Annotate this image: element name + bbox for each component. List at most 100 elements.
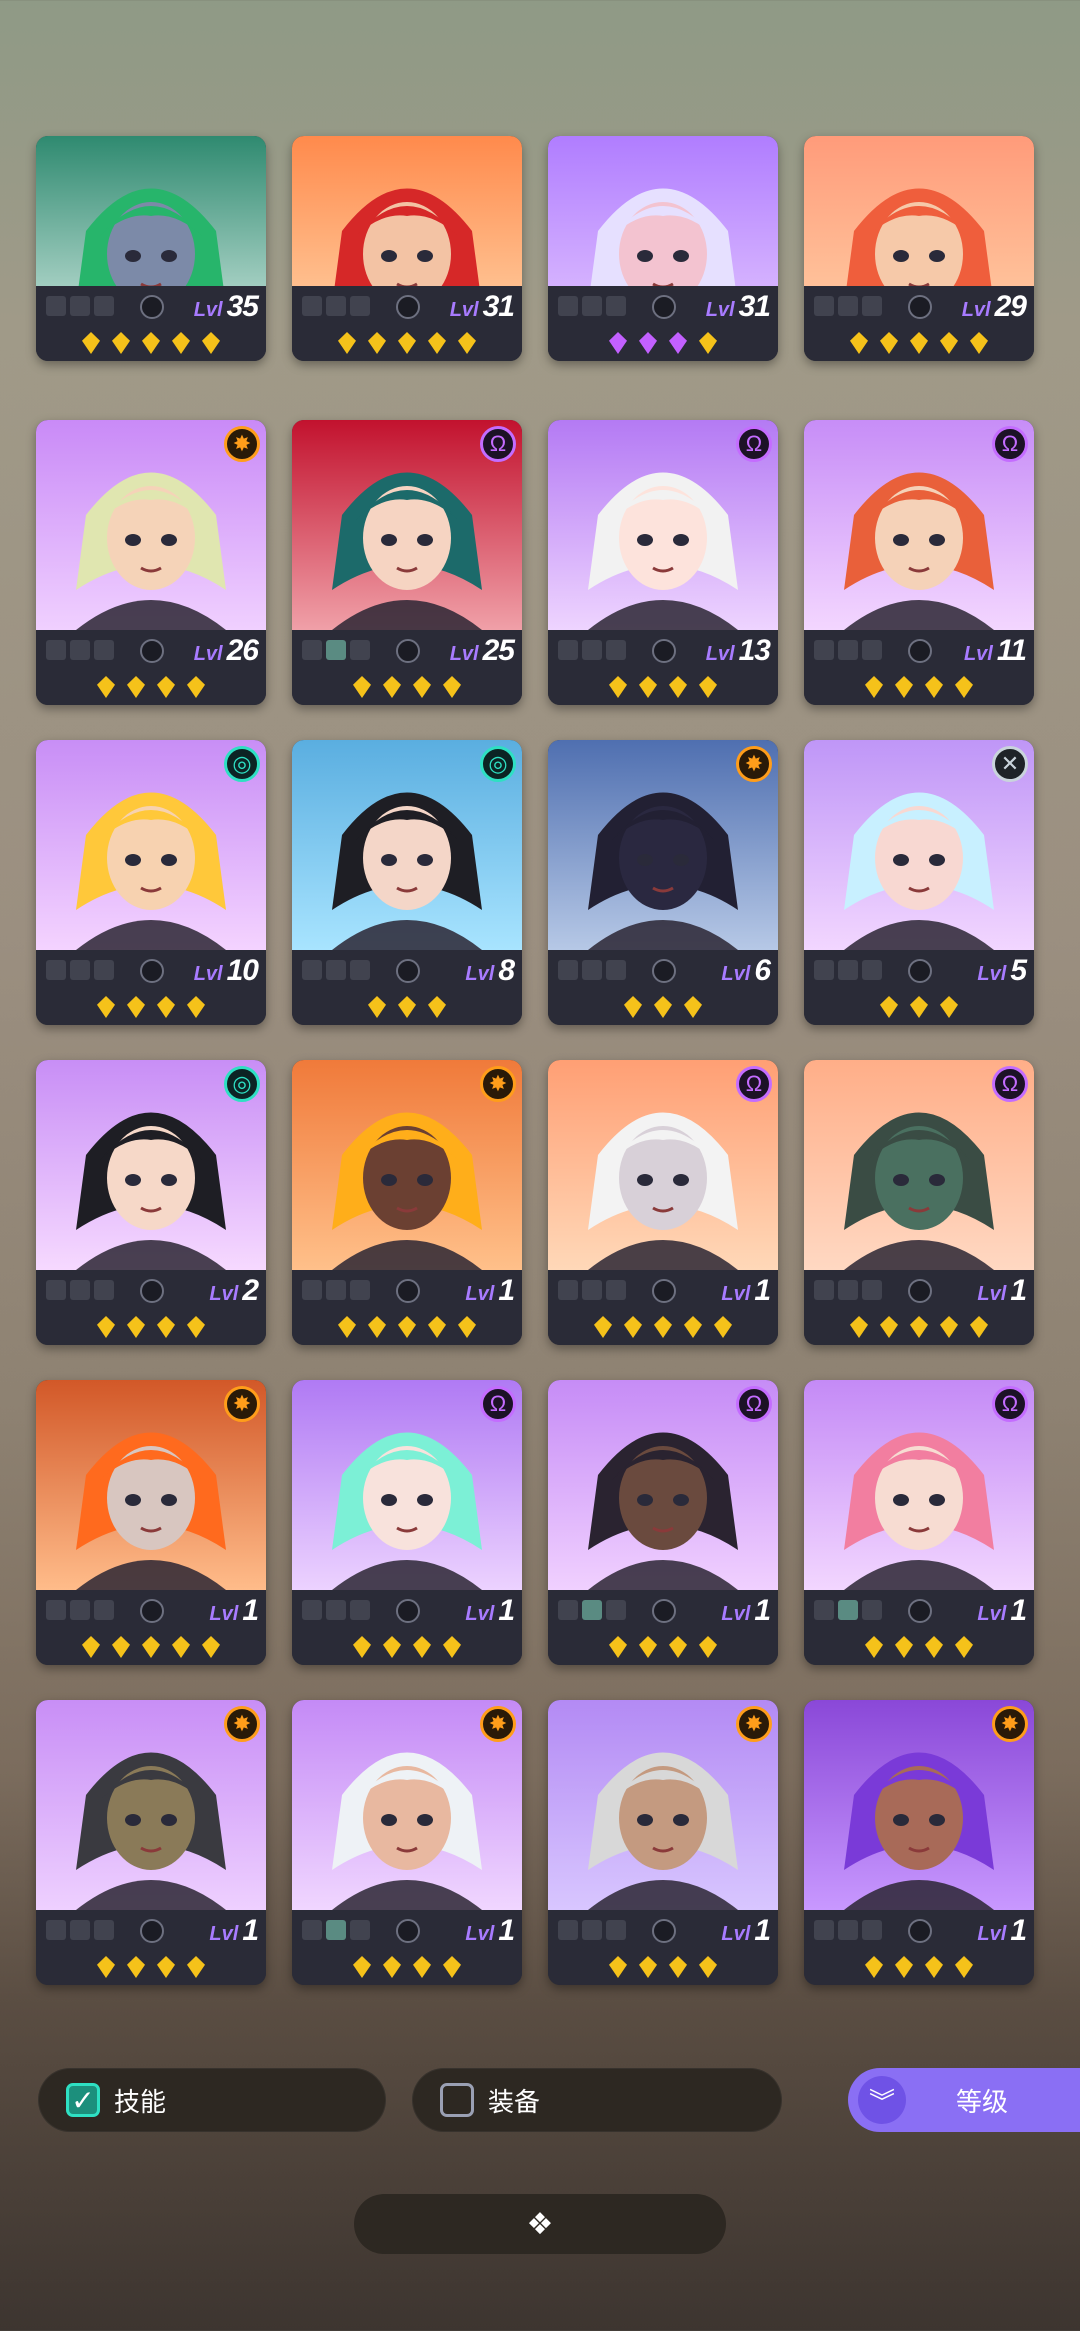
star-rating (804, 996, 1034, 1018)
hero-info-panel: Lvl 1 (804, 1910, 1034, 1985)
star-icon (187, 676, 205, 698)
skill-progress-icon (652, 1279, 676, 1303)
faction-icon: ◎ (224, 1066, 260, 1102)
gear-slot (582, 296, 602, 316)
gear-slot (606, 1280, 626, 1300)
hero-card[interactable]: ✸ Lvl 1 (36, 1380, 266, 1665)
gear-slot (814, 296, 834, 316)
gear-slot (814, 960, 834, 980)
hero-card[interactable]: Ω Lvl 25 (292, 420, 522, 705)
gear-slot (838, 296, 858, 316)
hero-level: Lvl 25 (449, 634, 515, 668)
gear-slot (862, 960, 882, 980)
star-icon (428, 1316, 446, 1338)
gear-slot (46, 296, 66, 316)
star-icon (865, 1956, 883, 1978)
hero-level: Lvl 1 (721, 1274, 771, 1308)
hero-card[interactable]: Lvl 29 (804, 136, 1034, 361)
hero-card[interactable]: Ω Lvl 1 (292, 1380, 522, 1665)
star-icon (910, 332, 928, 354)
skill-progress-icon (396, 1599, 420, 1623)
star-icon (910, 996, 928, 1018)
gear-slot (94, 1600, 114, 1620)
hero-card[interactable]: ◎ Lvl 2 (36, 1060, 266, 1345)
hero-card[interactable]: Ω Lvl 11 (804, 420, 1034, 705)
hero-card[interactable]: ✸ Lvl 1 (548, 1700, 778, 1985)
equip-filter-toggle[interactable]: 装备 (412, 2068, 782, 2132)
star-icon (609, 332, 627, 354)
hero-card[interactable]: ✸ Lvl 1 (292, 1700, 522, 1985)
star-icon (187, 996, 205, 1018)
star-rating (292, 676, 522, 698)
hero-card[interactable]: Lvl 31 (292, 136, 522, 361)
star-icon (925, 676, 943, 698)
hero-card[interactable]: ◎ Lvl 8 (292, 740, 522, 1025)
gear-slot (350, 640, 370, 660)
hero-card[interactable]: Ω Lvl 1 (548, 1060, 778, 1345)
gear-slot (558, 640, 578, 660)
skill-checkbox[interactable]: ✓ (66, 2083, 100, 2117)
hero-level: Lvl 10 (194, 954, 259, 988)
star-icon (127, 1956, 145, 1978)
gear-slots (558, 296, 626, 316)
star-icon (353, 676, 371, 698)
hero-card[interactable]: Ω Lvl 13 (548, 420, 778, 705)
star-icon (865, 1636, 883, 1658)
star-rating (804, 332, 1034, 354)
level-prefix: Lvl (721, 1603, 751, 1625)
hero-info-panel: Lvl 11 (804, 630, 1034, 705)
gear-slot (350, 1920, 370, 1940)
star-icon (383, 1956, 401, 1978)
level-prefix: Lvl (193, 643, 223, 665)
hero-card[interactable]: Ω Lvl 1 (804, 1380, 1034, 1665)
star-icon (639, 676, 657, 698)
gear-slot (326, 296, 346, 316)
hero-card[interactable]: ✸ Lvl 1 (36, 1700, 266, 1985)
star-icon (910, 1316, 928, 1338)
hero-info-panel: Lvl 1 (548, 1590, 778, 1665)
equip-checkbox[interactable] (440, 2083, 474, 2117)
gear-slot (302, 1280, 322, 1300)
hero-card[interactable]: Lvl 35 (36, 136, 266, 361)
hero-card[interactable]: ✸ Lvl 26 (36, 420, 266, 705)
star-icon (187, 1956, 205, 1978)
hero-card[interactable]: ✕ Lvl 5 (804, 740, 1034, 1025)
hero-level: Lvl 1 (465, 1274, 515, 1308)
star-icon (443, 1956, 461, 1978)
gear-slot (70, 296, 90, 316)
hero-card[interactable]: Ω Lvl 1 (548, 1380, 778, 1665)
hero-card[interactable]: Lvl 31 (548, 136, 778, 361)
star-icon (368, 332, 386, 354)
faction-icon: Ω (992, 426, 1028, 462)
faction-icon: ◎ (480, 746, 516, 782)
gear-slot (70, 640, 90, 660)
level-prefix: Lvl (449, 643, 479, 665)
expand-handle[interactable]: ❖ (354, 2194, 726, 2254)
faction-icon: Ω (992, 1386, 1028, 1422)
star-icon (669, 676, 687, 698)
gear-slot (814, 1600, 834, 1620)
hero-card[interactable]: ✸ Lvl 1 (804, 1700, 1034, 1985)
gear-slots (558, 1600, 626, 1620)
level-number: 1 (242, 1594, 259, 1627)
hero-info-panel: Lvl 35 (36, 286, 266, 361)
star-icon (970, 1316, 988, 1338)
hero-card[interactable]: Ω Lvl 1 (804, 1060, 1034, 1345)
gear-slot (70, 960, 90, 980)
skill-progress-icon (908, 639, 932, 663)
star-icon (458, 1316, 476, 1338)
star-icon (458, 332, 476, 354)
hero-card[interactable]: ✸ Lvl 6 (548, 740, 778, 1025)
hero-info-panel: Lvl 8 (292, 950, 522, 1025)
gear-slot (582, 640, 602, 660)
hero-info-panel: Lvl 1 (804, 1270, 1034, 1345)
star-rating (36, 332, 266, 354)
gear-slots (814, 1600, 882, 1620)
sort-by-level-button[interactable]: ︾ 等级 (848, 2068, 1080, 2132)
skill-progress-icon (140, 959, 164, 983)
skill-filter-toggle[interactable]: ✓ 技能 (38, 2068, 386, 2132)
gear-slots (302, 1280, 370, 1300)
hero-card[interactable]: ◎ Lvl 10 (36, 740, 266, 1025)
hero-card[interactable]: ✸ Lvl 1 (292, 1060, 522, 1345)
hero-info-panel: Lvl 25 (292, 630, 522, 705)
